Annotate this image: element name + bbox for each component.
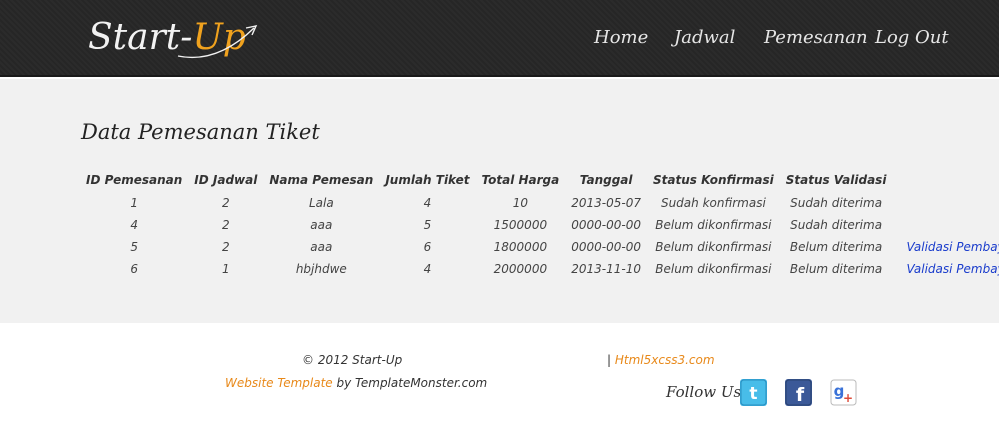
google-icon[interactable]: g + bbox=[830, 379, 857, 406]
col-nama-pemesan: Nama Pemesan bbox=[269, 173, 374, 187]
website-template-link[interactable]: Website Template bbox=[225, 376, 333, 390]
site-header: Start-Up Home Jadwal Pemesanan Log Out bbox=[0, 0, 999, 77]
table-header-row: ID Pemesanan ID Jadwal Nama Pemesan Juml… bbox=[80, 168, 999, 192]
svg-text:+: + bbox=[843, 391, 853, 405]
pemesanan-table: ID Pemesanan ID Jadwal Nama Pemesan Juml… bbox=[80, 168, 999, 280]
col-id-pemesanan: ID Pemesanan bbox=[86, 173, 183, 187]
cell-nama: aaa bbox=[310, 240, 333, 254]
cell-nama: aaa bbox=[310, 218, 333, 232]
cell-validasi: Belum diterima bbox=[789, 262, 883, 276]
html5xcss3-link[interactable]: Html5xcss3.com bbox=[615, 353, 715, 367]
page-title: Data Pemesanan Tiket bbox=[81, 120, 320, 144]
cell-konfirmasi: Belum dikonfirmasi bbox=[655, 262, 772, 276]
svg-text:t: t bbox=[749, 384, 757, 404]
html5-credit: | Html5xcss3.com bbox=[607, 353, 715, 367]
cell-tanggal: 0000-00-00 bbox=[571, 240, 641, 254]
cell-tanggal: 2013-05-07 bbox=[571, 196, 641, 210]
nav-pemesanan[interactable]: Pemesanan bbox=[764, 25, 868, 51]
cell-nama: hbjhdwe bbox=[295, 262, 347, 276]
cell-total: 1500000 bbox=[493, 218, 548, 232]
follow-us-label: Follow Us: bbox=[666, 383, 747, 401]
template-by-text: by TemplateMonster.com bbox=[332, 376, 488, 390]
col-action bbox=[892, 168, 999, 192]
cell-validasi: Belum diterima bbox=[789, 240, 883, 254]
col-tanggal: Tanggal bbox=[579, 173, 633, 187]
cell-total: 2000000 bbox=[493, 262, 548, 276]
nav-jadwal[interactable]: Jadwal bbox=[674, 25, 735, 51]
copyright-text: © 2012 Start-Up bbox=[302, 353, 403, 367]
site-footer: © 2012 Start-Up Website Template by Temp… bbox=[0, 323, 999, 444]
cell-jumlah: 4 bbox=[423, 196, 432, 210]
table-row: 1 2 Lala 4 10 2013-05-07 Sudah konfirmas… bbox=[80, 192, 999, 214]
cell-id: 1 bbox=[130, 196, 138, 210]
cell-jadwal: 2 bbox=[221, 196, 230, 210]
cell-jumlah: 5 bbox=[423, 218, 432, 232]
svg-text:f: f bbox=[796, 384, 805, 406]
cell-action bbox=[892, 214, 999, 236]
cell-total: 1800000 bbox=[493, 240, 548, 254]
main-content: Data Pemesanan Tiket ID Pemesanan ID Jad… bbox=[0, 79, 999, 323]
cell-validasi: Sudah diterima bbox=[790, 218, 883, 232]
col-jumlah-tiket: Jumlah Tiket bbox=[385, 173, 470, 187]
cell-konfirmasi: Belum dikonfirmasi bbox=[655, 218, 772, 232]
cell-id: 5 bbox=[130, 240, 138, 254]
facebook-icon[interactable]: f bbox=[785, 379, 812, 406]
main-nav: Home Jadwal Pemesanan Log Out bbox=[0, 25, 999, 51]
nav-home[interactable]: Home bbox=[594, 25, 648, 51]
cell-id: 4 bbox=[130, 218, 138, 232]
nav-logout[interactable]: Log Out bbox=[875, 25, 949, 51]
col-status-konfirmasi: Status Konfirmasi bbox=[653, 173, 774, 187]
cell-jumlah: 6 bbox=[423, 240, 432, 254]
cell-nama: Lala bbox=[308, 196, 334, 210]
cell-konfirmasi: Belum dikonfirmasi bbox=[655, 240, 772, 254]
col-id-jadwal: ID Jadwal bbox=[194, 173, 258, 187]
cell-action bbox=[892, 192, 999, 214]
table-row: 5 2 aaa 6 1800000 0000-00-00 Belum dikon… bbox=[80, 236, 999, 258]
cell-jumlah: 4 bbox=[423, 262, 432, 276]
cell-id: 6 bbox=[130, 262, 138, 276]
validasi-pembayaran-link[interactable]: Validasi Pembayaran bbox=[892, 236, 999, 258]
cell-jadwal: 2 bbox=[221, 218, 230, 232]
table-row: 4 2 aaa 5 1500000 0000-00-00 Belum dikon… bbox=[80, 214, 999, 236]
col-status-validasi: Status Validasi bbox=[785, 173, 887, 187]
cell-jadwal: 1 bbox=[221, 262, 230, 276]
cell-tanggal: 0000-00-00 bbox=[571, 218, 641, 232]
col-total-harga: Total Harga bbox=[481, 173, 560, 187]
twitter-icon[interactable]: t bbox=[740, 379, 767, 406]
table-row: 6 1 hbjhdwe 4 2000000 2013-11-10 Belum d… bbox=[80, 258, 999, 280]
cell-total: 10 bbox=[512, 196, 528, 210]
validasi-pembayaran-link[interactable]: Validasi Pembayaran bbox=[892, 258, 999, 280]
cell-tanggal: 2013-11-10 bbox=[571, 262, 641, 276]
cell-konfirmasi: Sudah konfirmasi bbox=[660, 196, 766, 210]
cell-jadwal: 2 bbox=[221, 240, 230, 254]
cell-validasi: Sudah diterima bbox=[790, 196, 883, 210]
separator: | bbox=[607, 353, 615, 367]
template-credit: Website Template by TemplateMonster.com bbox=[225, 376, 487, 390]
